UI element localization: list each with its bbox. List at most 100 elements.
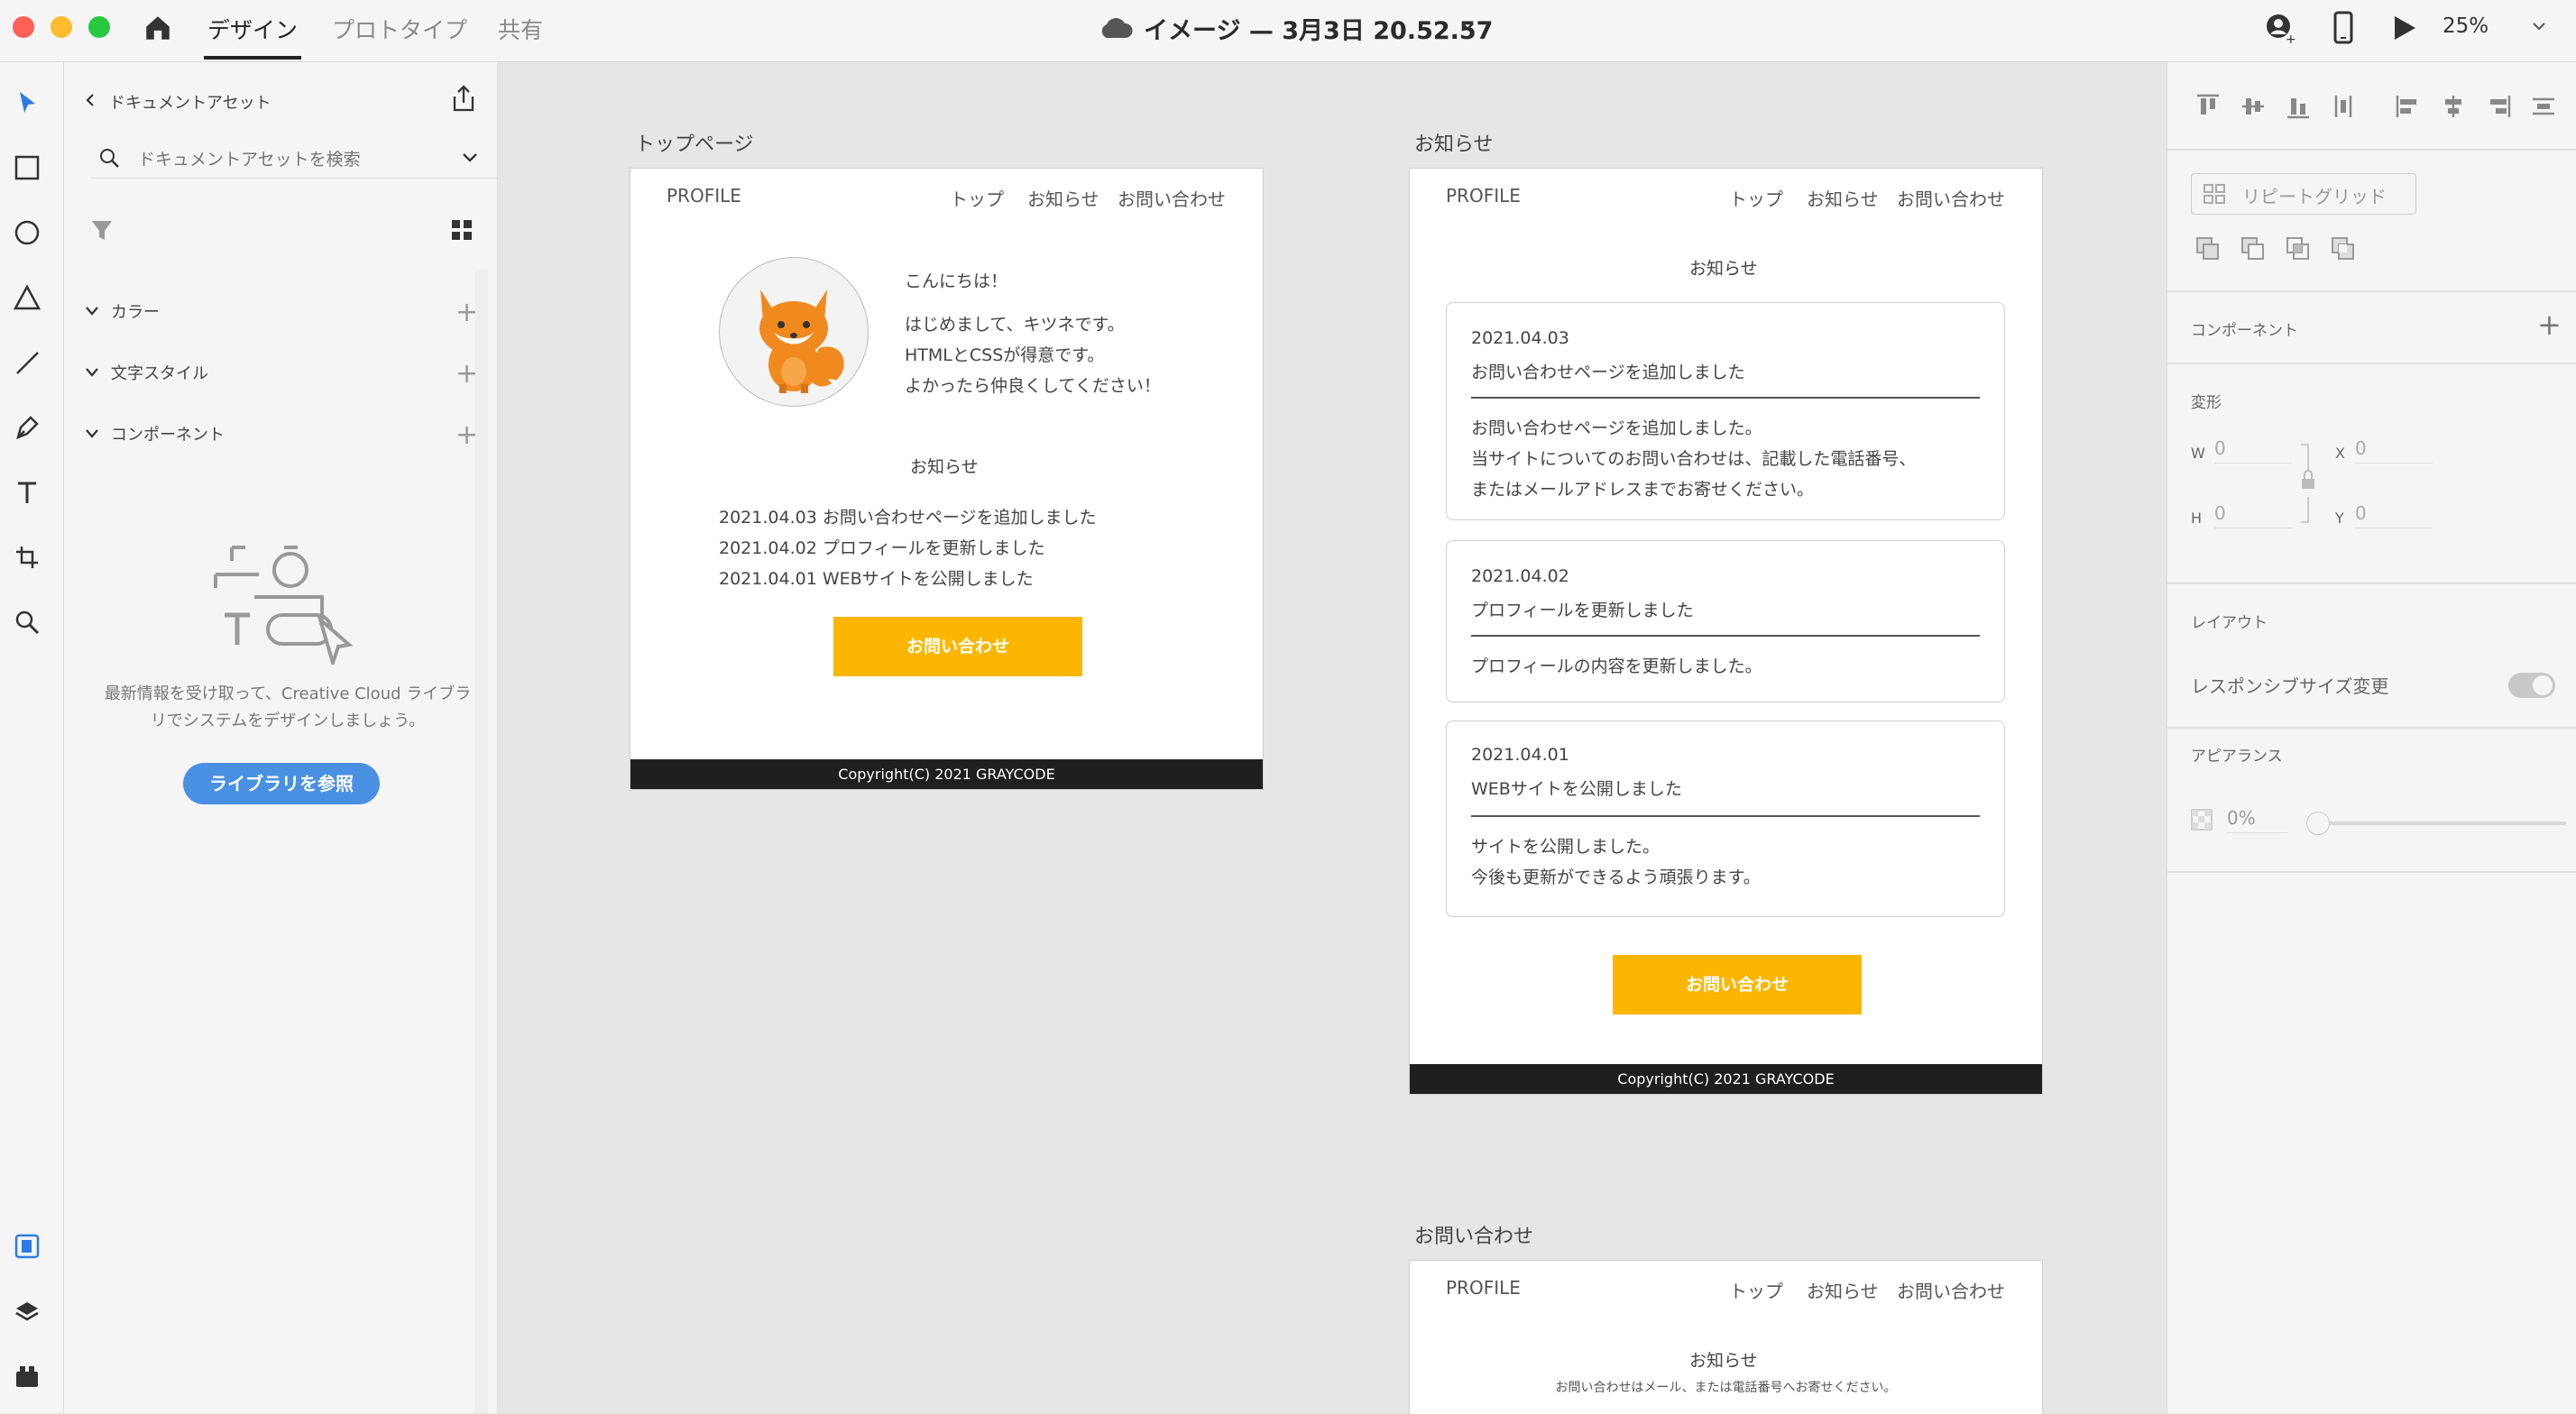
height-field[interactable]: 0 <box>2214 502 2292 528</box>
line-tool-icon[interactable] <box>12 347 42 378</box>
document-title[interactable]: イメージ — 3月3日 20.52.57 <box>1144 11 1493 46</box>
news-body-line: プロフィールの内容を更新しました。 <box>1471 656 1762 676</box>
distribute-horizontal-icon[interactable] <box>2530 93 2557 124</box>
artboard-news-page[interactable]: PROFILE トップ お知らせ お問い合わせ お知らせ 2021.04.03 … <box>1409 168 2043 1095</box>
section-chevron-icon[interactable] <box>84 427 100 444</box>
artboard-label-top[interactable]: トップページ <box>635 128 754 157</box>
artboard-label-contact[interactable]: お問い合わせ <box>1414 1220 1533 1249</box>
tab-design[interactable]: デザイン <box>207 13 298 45</box>
zoom-dropdown-icon[interactable] <box>2531 18 2547 38</box>
align-right-icon[interactable] <box>2485 93 2512 124</box>
height-label: H <box>2191 510 2203 527</box>
section-chevron-icon[interactable] <box>84 304 100 321</box>
grid-view-icon[interactable] <box>450 218 474 245</box>
align-center-icon[interactable] <box>2440 93 2467 124</box>
search-dropdown-chevron-icon[interactable] <box>461 151 479 169</box>
active-tab-indicator <box>204 56 301 60</box>
layers-icon[interactable] <box>12 1296 42 1327</box>
document-assets-icon[interactable] <box>12 1231 42 1262</box>
zoom-window-button[interactable] <box>88 16 110 38</box>
svg-text:+: + <box>2286 32 2296 45</box>
fox-illustration-icon <box>759 289 844 393</box>
pen-tool-icon[interactable] <box>12 412 42 443</box>
plugins-icon[interactable] <box>12 1361 42 1391</box>
zoom-tool-icon[interactable] <box>12 607 42 638</box>
home-icon[interactable] <box>143 13 173 47</box>
align-left-icon[interactable] <box>2395 93 2422 124</box>
repeat-grid-icon <box>2203 184 2225 204</box>
close-window-button[interactable] <box>13 16 34 38</box>
x-field[interactable]: 0 <box>2355 437 2433 464</box>
news-heading: お知らせ <box>1689 259 1758 279</box>
news-card: 2021.04.01 WEBサイトを公開しました サイトを公開しました。 今後も… <box>1446 721 2005 917</box>
align-top-icon[interactable] <box>2194 93 2222 124</box>
tab-prototype[interactable]: プロトタイプ <box>332 13 467 45</box>
opacity-slider-handle[interactable] <box>2306 812 2330 835</box>
news-body-line: 当サイトについてのお問い合わせは、記載した電話番号、 <box>1471 449 1917 469</box>
section-colors[interactable]: カラー <box>111 299 160 323</box>
boolean-subtract-icon[interactable] <box>2240 235 2267 266</box>
opacity-slider[interactable] <box>2308 822 2566 825</box>
panel-scrollbar[interactable] <box>475 270 488 1413</box>
intro-line: よかったら仲良くしてください！ <box>905 376 1161 396</box>
section-chevron-icon[interactable] <box>84 365 100 382</box>
boolean-intersect-icon[interactable] <box>2285 235 2312 266</box>
contact-heading: お知らせ <box>1689 1351 1758 1371</box>
rectangle-tool-icon[interactable] <box>12 152 42 183</box>
contact-button: お問い合わせ <box>833 617 1082 676</box>
zoom-level[interactable]: 25% <box>2443 14 2489 38</box>
artboard-top-page[interactable]: PROFILE トップ お知らせ お問い合わせ こんにちは！ はじめまして、キツ… <box>630 168 1264 790</box>
component-section-label: コンポーネント <box>2191 322 2298 340</box>
artboard-contact-page[interactable]: PROFILE トップ お知らせ お問い合わせ お知らせ お問い合わせはメール、… <box>1409 1260 2043 1414</box>
nav-top: トップ <box>950 188 1004 210</box>
responsive-resize-toggle[interactable] <box>2508 673 2555 698</box>
site-logo: PROFILE <box>1446 1277 1521 1299</box>
search-icon <box>98 147 120 172</box>
document-assets-panel: ドキュメントアセット カラー + 文字スタイル + コンポーネント + <box>64 62 498 1413</box>
news-date: 2021.04.02 <box>1471 566 1569 586</box>
add-component-icon[interactable]: + <box>2537 308 2562 342</box>
cloud-icon <box>1099 16 1133 43</box>
news-card: 2021.04.02 プロフィールを更新しました プロフィールの内容を更新しまし… <box>1446 540 2005 702</box>
news-title: お問い合わせページを追加しました <box>1471 363 1745 382</box>
share-export-icon[interactable] <box>448 84 479 118</box>
select-tool-icon[interactable] <box>12 87 42 118</box>
align-middle-icon[interactable] <box>2240 93 2267 124</box>
artboard-label-news[interactable]: お知らせ <box>1414 128 1494 157</box>
y-field[interactable]: 0 <box>2355 502 2433 528</box>
ellipse-tool-icon[interactable] <box>12 217 42 248</box>
text-tool-icon[interactable] <box>12 477 42 508</box>
distribute-vertical-icon[interactable] <box>2330 93 2357 124</box>
width-field[interactable]: 0 <box>2214 437 2292 464</box>
section-components[interactable]: コンポーネント <box>111 422 225 445</box>
polygon-tool-icon[interactable] <box>12 282 42 313</box>
site-logo: PROFILE <box>667 185 741 207</box>
repeat-grid-button[interactable]: リピートグリッド <box>2191 173 2416 215</box>
boolean-exclude-icon[interactable] <box>2330 235 2357 266</box>
opacity-field[interactable]: 0% <box>2227 807 2288 833</box>
card-divider <box>1471 397 1980 399</box>
layout-section-label: レイアウト <box>2191 614 2268 632</box>
chevron-left-icon[interactable] <box>84 92 97 112</box>
news-body-line: またはメールアドレスまでお寄せください。 <box>1471 480 1815 500</box>
lock-aspect-icon[interactable] <box>2299 443 2319 528</box>
filter-icon[interactable] <box>89 217 115 246</box>
asset-search-input[interactable] <box>136 145 446 174</box>
chevron-down-icon[interactable] <box>1459 18 1476 38</box>
library-illustration-icon <box>205 529 358 669</box>
minimize-window-button[interactable] <box>51 16 72 38</box>
section-text-styles[interactable]: 文字スタイル <box>111 361 208 384</box>
tab-share[interactable]: 共有 <box>498 13 543 45</box>
nav-top: トップ <box>1729 188 1783 210</box>
news-card: 2021.04.03 お問い合わせページを追加しました お問い合わせページを追加… <box>1446 302 2005 520</box>
panel-title[interactable]: ドキュメントアセット <box>109 90 271 114</box>
browse-libraries-button[interactable]: ライブラリを参照 <box>183 763 380 804</box>
align-bottom-icon[interactable] <box>2285 93 2312 124</box>
boolean-add-icon[interactable] <box>2194 235 2222 266</box>
device-preview-icon[interactable] <box>2332 11 2354 49</box>
play-preview-icon[interactable] <box>2392 14 2417 45</box>
repeat-grid-label: リピートグリッド <box>2242 186 2387 207</box>
artboard-tool-icon[interactable] <box>12 542 42 573</box>
invite-user-icon[interactable]: + <box>2264 13 2296 49</box>
intro-line: はじめまして、キツネです。 <box>905 315 1125 335</box>
